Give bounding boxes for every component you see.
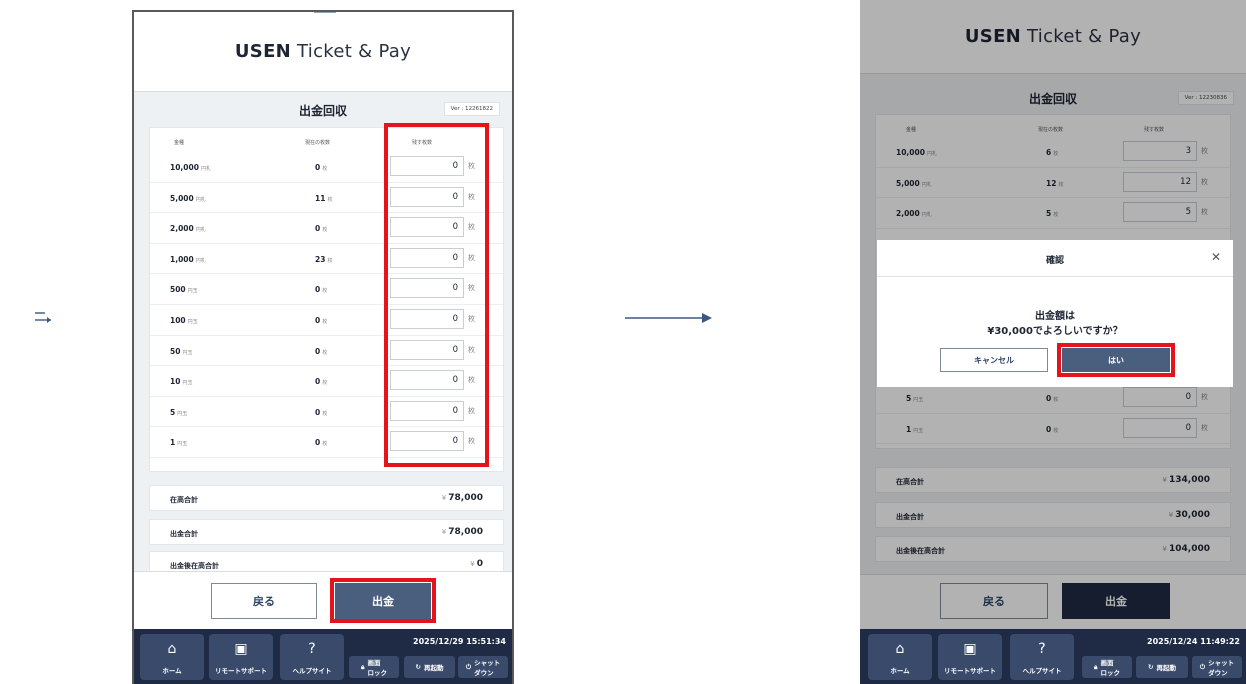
remote-support-icon: ▣ bbox=[234, 641, 248, 657]
denomination-label: 1,000 円札 bbox=[170, 254, 206, 264]
denomination-label: 10,000 円札 bbox=[170, 163, 211, 172]
denomination-label: 1 円玉 bbox=[170, 438, 188, 448]
question-icon: ? bbox=[1038, 641, 1046, 657]
dialog-message-line1: 出金額は bbox=[1035, 311, 1075, 322]
denomination-label: 2,000 円札 bbox=[170, 224, 206, 234]
home-icon: ⌂ bbox=[895, 641, 905, 657]
current-count: 0枚 bbox=[315, 377, 328, 387]
power-icon: ⏻ bbox=[1199, 662, 1206, 671]
dialog-message-line2: ¥30,000でよろしいですか？ bbox=[987, 326, 1123, 337]
current-count: 0枚 bbox=[315, 438, 328, 448]
stock-total-row: 在高合計 ¥78,000 bbox=[149, 485, 504, 511]
confirm-dialog: 確認 ✕ 出金額は ¥30,000でよろしいですか？ キャンセル はい bbox=[877, 240, 1233, 387]
denomination-label: 50 円玉 bbox=[170, 346, 193, 356]
home-icon: ⌂ bbox=[167, 641, 177, 657]
withdraw-button-highlight bbox=[330, 578, 436, 623]
action-footer: 戻る 出金 bbox=[134, 571, 512, 629]
current-count: 0枚 bbox=[315, 285, 328, 295]
shutdown-button[interactable]: ⏻ シャット ダウン bbox=[1192, 656, 1242, 678]
restart-button[interactable]: ↻ 再起動 bbox=[1136, 656, 1188, 678]
bottom-nav-bar: ⌂ ホーム ▣ リモートサポート ? ヘルプサイト 2025/12/24 11:… bbox=[860, 629, 1246, 684]
arrow-right-icon bbox=[625, 313, 712, 323]
denomination-label: 5,000 円札 bbox=[170, 193, 206, 203]
withdraw-total-label: 出金合計 bbox=[170, 530, 198, 538]
current-count: 0枚 bbox=[315, 224, 328, 234]
bottom-nav-bar: ⌂ ホーム ▣ リモートサポート ? ヘルプサイト 2025/12/29 15:… bbox=[134, 629, 512, 684]
app-header: USEN Ticket & Pay bbox=[134, 12, 512, 92]
restart-button[interactable]: ↻ 再起動 bbox=[404, 656, 455, 678]
column-header-denomination: 金種 bbox=[174, 140, 185, 146]
current-count: 0枚 bbox=[315, 407, 328, 417]
column-header-current-count: 現在の枚数 bbox=[305, 140, 331, 146]
current-count: 0枚 bbox=[315, 163, 328, 172]
version-badge: Ver : 12261822 bbox=[443, 102, 500, 116]
lock-icon: 🔒︎ bbox=[361, 662, 365, 671]
current-count: 23 枚 bbox=[315, 254, 333, 264]
after-total-value: 0 bbox=[476, 559, 483, 569]
withdraw-total-row: 出金合計 ¥78,000 bbox=[149, 519, 504, 545]
lock-icon: 🔒︎ bbox=[1094, 662, 1098, 671]
close-icon[interactable]: ✕ bbox=[1209, 250, 1223, 264]
remote-support-button[interactable]: ▣ リモートサポート bbox=[938, 634, 1002, 680]
power-icon: ⏻ bbox=[465, 662, 472, 671]
shutdown-button[interactable]: ⏻ シャット ダウン bbox=[458, 656, 508, 678]
remote-support-icon: ▣ bbox=[963, 641, 977, 657]
datetime-display: 2025/12/24 11:49:22 bbox=[1147, 637, 1240, 646]
denomination-label: 100 円玉 bbox=[170, 316, 198, 325]
device-screen-before: USEN Ticket & Pay 出金回収 Ver : 12261822 金種 … bbox=[132, 10, 514, 684]
help-site-button[interactable]: ? ヘルプサイト bbox=[280, 634, 344, 680]
denomination-label: 500 円玉 bbox=[170, 285, 198, 295]
tutorial-stage: USEN Ticket & Pay 出金回収 Ver : 12261822 金種 … bbox=[0, 0, 1246, 684]
restart-icon: ↻ bbox=[415, 663, 421, 671]
question-icon: ? bbox=[308, 641, 316, 657]
denomination-label: 10 円玉 bbox=[170, 377, 193, 387]
app-logo: USEN Ticket & Pay bbox=[234, 41, 412, 62]
remain-column-highlight bbox=[384, 123, 489, 467]
device-screen-confirm: USEN Ticket & Pay 出金回収 Ver : 12230836 金種 … bbox=[860, 0, 1246, 684]
cancel-button[interactable]: キャンセル bbox=[940, 348, 1048, 372]
help-site-button[interactable]: ? ヘルプサイト bbox=[1010, 634, 1074, 680]
home-button[interactable]: ⌂ ホーム bbox=[140, 634, 204, 680]
screen-lock-button[interactable]: 🔒︎ 画面 ロック bbox=[1082, 656, 1132, 678]
screen-lock-button[interactable]: 🔒︎ 画面 ロック bbox=[349, 656, 399, 678]
after-total-label: 出金後在高合計 bbox=[170, 562, 219, 570]
yes-button-highlight bbox=[1057, 343, 1175, 377]
dialog-title: 確認 bbox=[1045, 256, 1064, 266]
restart-icon: ↻ bbox=[1148, 663, 1154, 671]
back-button[interactable]: 戻る bbox=[211, 583, 317, 619]
withdraw-total-value: 78,000 bbox=[448, 527, 483, 537]
current-count: 0枚 bbox=[315, 346, 328, 356]
remote-support-button[interactable]: ▣ リモートサポート bbox=[209, 634, 273, 680]
current-count: 11 枚 bbox=[315, 193, 333, 203]
stock-total-value: 78,000 bbox=[448, 493, 483, 503]
stock-total-label: 在高合計 bbox=[170, 496, 198, 504]
current-count: 0枚 bbox=[315, 316, 328, 325]
datetime-display: 2025/12/29 15:51:34 bbox=[413, 637, 506, 646]
arrow-return-icon bbox=[35, 312, 51, 323]
home-button[interactable]: ⌂ ホーム bbox=[868, 634, 932, 680]
denomination-label: 5 円玉 bbox=[170, 407, 188, 417]
